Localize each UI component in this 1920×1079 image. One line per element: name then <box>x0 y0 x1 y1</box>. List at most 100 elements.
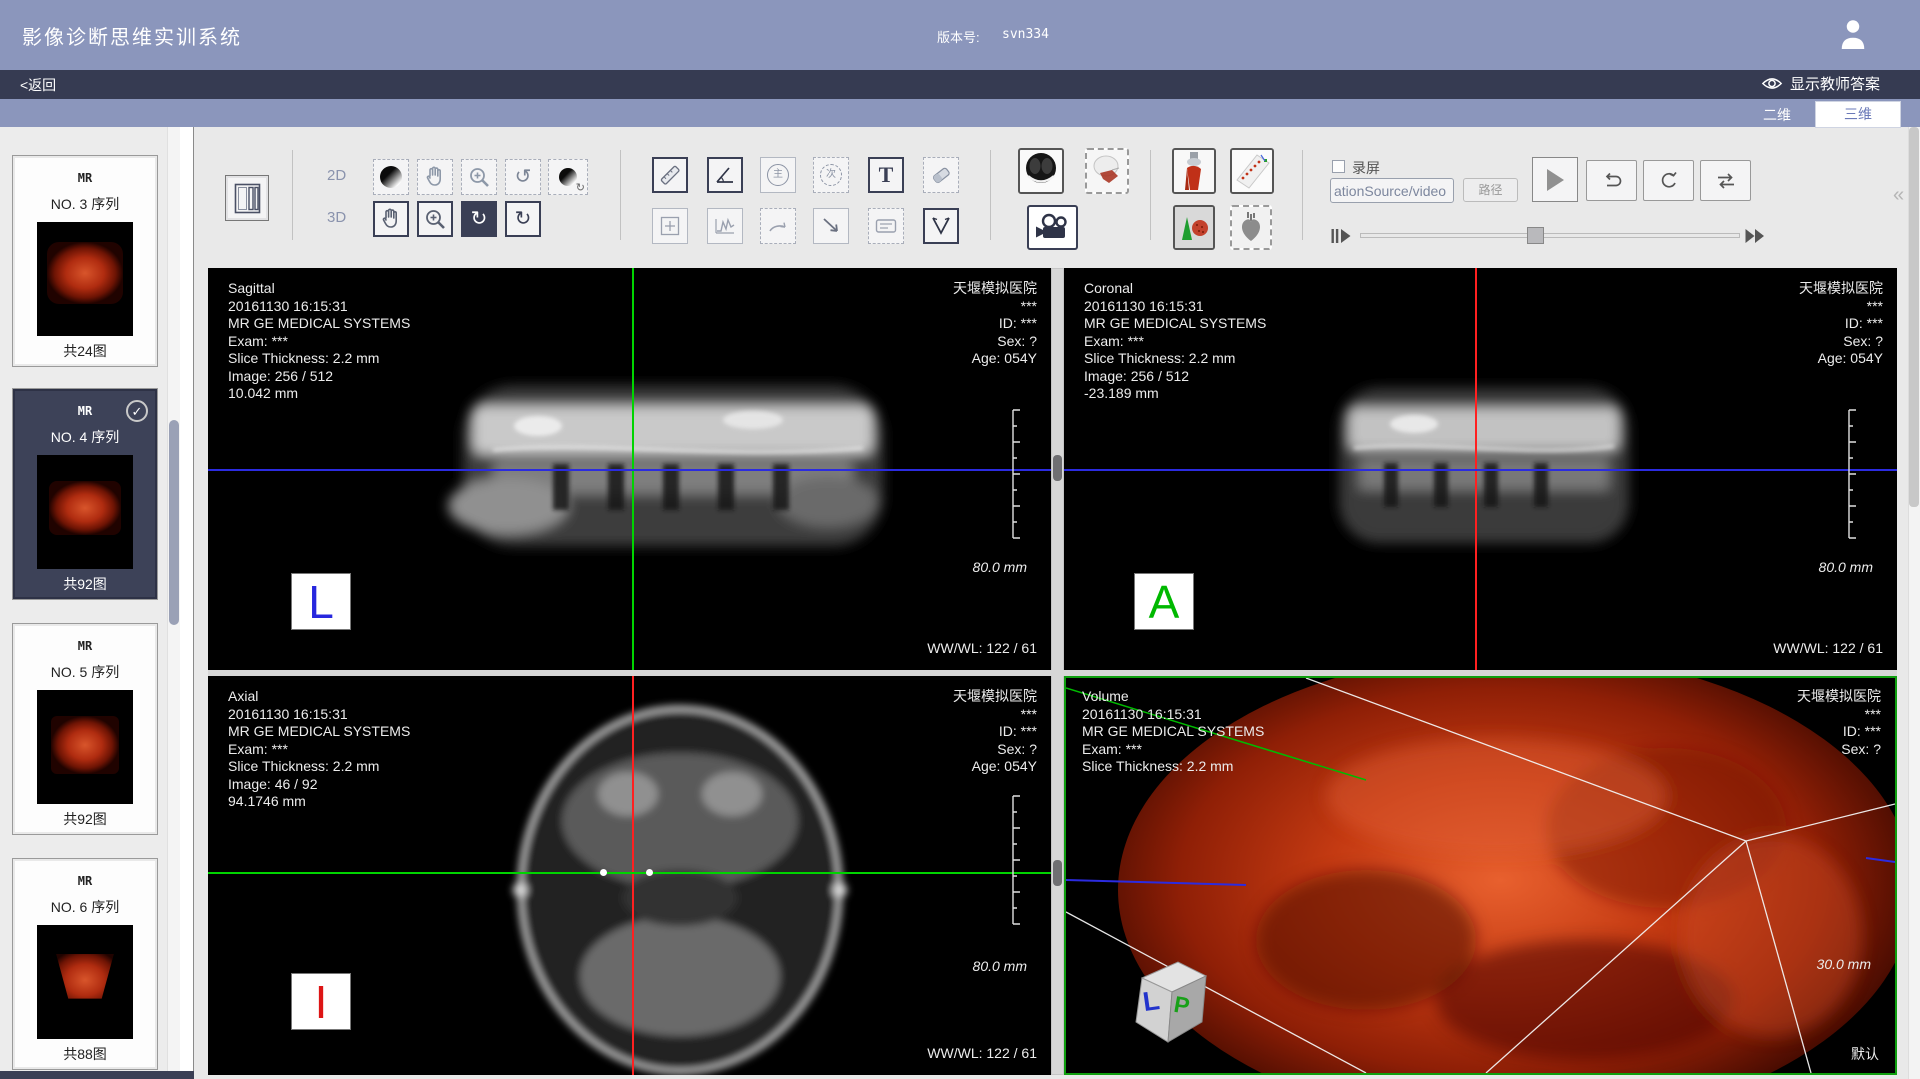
viewport-row-splitter[interactable] <box>208 670 1897 676</box>
series-image-count: 共92图 <box>13 574 157 594</box>
roi-secondary-button[interactable]: 次 <box>813 157 849 193</box>
vp-device: MR GE MEDICAL SYSTEMS <box>228 315 410 333</box>
arc-tool-button[interactable] <box>760 208 796 244</box>
rotate-3d-button-selected[interactable]: ↻ <box>461 201 497 237</box>
rotate-2d-button[interactable]: ↺ <box>505 159 541 195</box>
play-button[interactable] <box>1532 157 1578 202</box>
tab-2d[interactable]: 二维 <box>1738 104 1816 127</box>
sidebar-scrollbar-thumb[interactable] <box>169 420 179 625</box>
measure-angle-button[interactable] <box>707 157 743 193</box>
viewport-coronal[interactable]: Coronal 20161130 16:15:31 MR GE MEDICAL … <box>1064 268 1897 670</box>
vp-exam: Exam: *** <box>1084 333 1266 351</box>
loop-play-button[interactable] <box>1586 160 1637 201</box>
show-teacher-answer-button[interactable]: 显示教师答案 <box>1761 73 1880 94</box>
series-title: NO. 6 序列 <box>13 897 157 917</box>
layout-button[interactable] <box>225 175 269 221</box>
wwwl-button[interactable] <box>373 159 409 195</box>
scout-position-button[interactable] <box>1230 148 1274 194</box>
organ-color-icon <box>1175 207 1213 248</box>
viewport-volume-selected[interactable]: Volume 20161130 16:15:31 MR GE MEDICAL S… <box>1064 676 1897 1075</box>
play-icon <box>1547 169 1564 191</box>
video-path-input[interactable] <box>1330 178 1454 203</box>
toolbar-separator <box>1150 150 1151 240</box>
movie-camera-icon <box>1035 213 1071 243</box>
app-title: 影像诊断思维实训系统 <box>22 21 242 50</box>
callout-icon <box>874 214 898 238</box>
arrow-tool-button[interactable] <box>813 208 849 244</box>
rotate-reset-3d-button[interactable]: ↻ <box>505 201 541 237</box>
text-annotation-button[interactable]: T <box>868 157 904 193</box>
video-capture-button[interactable] <box>1027 205 1078 250</box>
crosshair-vertical-red[interactable] <box>632 676 634 1075</box>
render-preset-label[interactable]: 默认 <box>1851 1046 1879 1064</box>
viewport-sagittal[interactable]: Sagittal 20161130 16:15:31 MR GE MEDICAL… <box>208 268 1051 670</box>
lung-ct-preset-button[interactable] <box>1018 148 1064 194</box>
volume-thumb-render <box>47 242 123 304</box>
crosshair-dot <box>646 869 653 876</box>
orientation-cube[interactable]: L P <box>1126 954 1216 1054</box>
collapse-toolbar-icon[interactable]: « <box>1893 184 1904 207</box>
eraser-icon <box>929 163 953 187</box>
rotate-loop-button[interactable] <box>1643 160 1694 201</box>
step-play-icon[interactable] <box>1330 226 1352 246</box>
crosshair-horizontal-green[interactable] <box>208 872 1051 874</box>
roi-main-button[interactable]: 主 <box>760 157 796 193</box>
series-card-1[interactable]: MR NO. 3 序列 共24图 <box>12 155 158 367</box>
crosshair-horizontal-blue[interactable] <box>1064 469 1897 471</box>
series-card-3[interactable]: MR NO. 5 序列 共92图 <box>12 623 158 835</box>
wwwl-reset-button[interactable]: ↻ <box>548 159 588 195</box>
crosshair-tool-button[interactable] <box>652 208 688 244</box>
bone-preset-button[interactable] <box>1172 148 1216 194</box>
organ-segmentation-button[interactable] <box>1173 205 1215 250</box>
tab-3d[interactable]: 三维 <box>1816 102 1900 127</box>
show-teacher-answer-label: 显示教师答案 <box>1790 73 1880 94</box>
volume-thumb-render <box>49 481 121 535</box>
zoom-2d-button[interactable] <box>461 159 497 195</box>
playback-speed-slider-track[interactable] <box>1360 233 1740 238</box>
skull-3d-preset-button[interactable] <box>1085 148 1129 194</box>
user-profile-icon[interactable] <box>1838 14 1868 59</box>
vp-name: Axial <box>228 688 410 706</box>
zoom-in-icon <box>468 166 491 189</box>
path-button[interactable]: 路径 <box>1463 178 1518 202</box>
pan-2d-button[interactable] <box>417 159 453 195</box>
record-screen-checkbox[interactable] <box>1332 160 1345 173</box>
version-label: 版本号: <box>937 27 980 46</box>
open-angle-tool-button[interactable] <box>923 208 959 244</box>
series-card-2-selected[interactable]: ✓ MR NO. 4 序列 共92图 <box>12 388 158 600</box>
zoom-3d-button[interactable] <box>417 201 453 237</box>
curve-tool-button[interactable] <box>707 208 743 244</box>
series-image-count: 共88图 <box>13 1044 157 1064</box>
vp-image-index: Image: 46 / 92 <box>228 776 410 794</box>
splitter-handle-top[interactable] <box>1053 455 1062 481</box>
pan-3d-button[interactable] <box>373 201 409 237</box>
swap-direction-button[interactable] <box>1700 160 1751 201</box>
hand-icon <box>423 165 447 189</box>
vp-device: MR GE MEDICAL SYSTEMS <box>1084 315 1266 333</box>
back-button[interactable]: <返回 <box>20 75 56 95</box>
eraser-button[interactable] <box>923 157 959 193</box>
record-screen-label: 录屏 <box>1352 158 1380 178</box>
vp-image-index: Image: 256 / 512 <box>228 368 410 386</box>
fast-forward-icon[interactable] <box>1744 226 1766 246</box>
vp-image-index: Image: 256 / 512 <box>1084 368 1266 386</box>
sidebar-bottom-scroll-strip[interactable] <box>0 1071 194 1079</box>
splitter-handle-bottom[interactable] <box>1053 860 1062 886</box>
series-modality: MR <box>13 874 157 888</box>
toolbar-separator <box>292 150 293 240</box>
dicom-info-left: Volume 20161130 16:15:31 MR GE MEDICAL S… <box>1082 688 1264 776</box>
heart-preset-button[interactable] <box>1230 205 1272 250</box>
repeat-icon <box>1600 170 1624 192</box>
viewport-axial[interactable]: Axial 20161130 16:15:31 MR GE MEDICAL SY… <box>208 676 1051 1075</box>
playback-speed-slider-thumb[interactable] <box>1527 227 1544 244</box>
volume-thumb-render <box>47 949 123 1011</box>
measure-length-button[interactable] <box>652 157 688 193</box>
crosshair-horizontal-blue[interactable] <box>208 469 1051 471</box>
vp-device: MR GE MEDICAL SYSTEMS <box>228 723 410 741</box>
zoom-in-icon <box>424 208 447 231</box>
page-scrollbar-thumb[interactable] <box>1909 127 1919 507</box>
vp-sex: Sex: ? <box>953 333 1037 351</box>
vp-datetime: 20161130 16:15:31 <box>1082 706 1264 724</box>
series-card-4[interactable]: MR NO. 6 序列 共88图 <box>12 858 158 1070</box>
callout-tool-button[interactable] <box>868 208 904 244</box>
